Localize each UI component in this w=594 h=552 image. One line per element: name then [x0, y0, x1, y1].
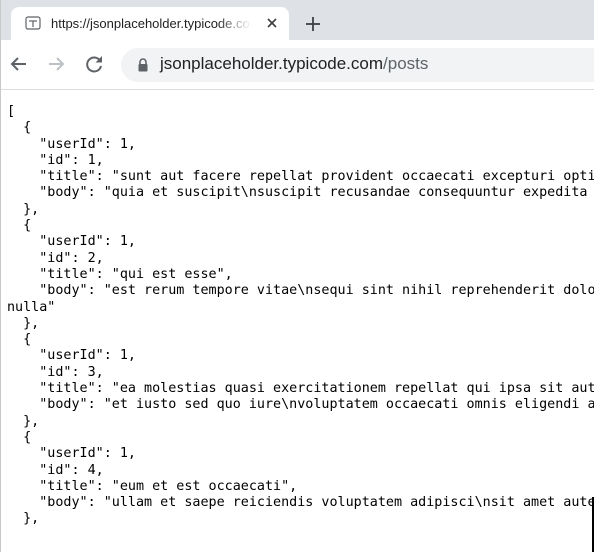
json-line: "userId": 1, — [7, 348, 136, 364]
browser-toolbar: jsonplaceholder.typicode.com/posts — [1, 40, 594, 90]
url-text[interactable]: jsonplaceholder.typicode.com/posts — [160, 54, 428, 74]
json-line: "body": "quia et suscipit\nsuscipit recu… — [39, 185, 588, 201]
json-line: "title": "qui est esse", — [7, 266, 233, 282]
json-line: "id": 1, — [7, 152, 104, 168]
tab-strip: https://jsonplaceholder.typicode.com/pos… — [1, 0, 594, 40]
json-line: }, — [7, 413, 40, 429]
json-line: "title": "ea molestias quasi exercitatio… — [7, 381, 594, 397]
tab-title-fade — [217, 11, 251, 35]
json-line: "id": 4, — [7, 462, 104, 478]
json-line: "body": "ullam et saepe reiciendis volup… — [39, 495, 594, 511]
lock-icon[interactable] — [135, 57, 151, 73]
close-icon[interactable] — [263, 14, 281, 32]
url-path: /posts — [383, 54, 429, 73]
json-line: [ — [7, 104, 16, 119]
json-line: { — [7, 429, 32, 445]
json-line: "body": "et iusto sed quo iure\nvoluptat… — [7, 397, 594, 413]
json-page-icon — [25, 16, 41, 30]
json-line: }, — [7, 201, 40, 217]
browser-window: https://jsonplaceholder.typicode.com/pos… — [0, 0, 594, 552]
plus-icon[interactable] — [301, 12, 325, 36]
json-line: "userId": 1, — [7, 446, 136, 462]
json-line: "id": 3, — [7, 364, 104, 380]
json-line: }, — [7, 315, 40, 331]
json-line: { — [7, 120, 32, 136]
json-viewer: [ { "userId": 1, "id": 1, "title": "sunt… — [1, 90, 594, 552]
json-line: "userId": 1, — [7, 136, 136, 152]
reload-icon[interactable] — [82, 52, 106, 76]
json-line: { — [7, 218, 32, 234]
address-bar[interactable]: jsonplaceholder.typicode.com/posts — [121, 48, 594, 82]
arrow-right-icon[interactable] — [44, 52, 68, 76]
json-line: "body": "est rerum tempore vitae\nsequi … — [39, 283, 594, 299]
json-line: "userId": 1, — [7, 234, 136, 250]
json-text: [ { "userId": 1, "id": 1, "title": "sunt… — [7, 104, 594, 528]
json-line: { — [7, 332, 32, 348]
json-line: "id": 2, — [7, 250, 104, 266]
json-line: "title": "sunt aut facere repellat provi… — [39, 169, 594, 185]
json-line: "title": "eum et est occaecati", — [7, 478, 298, 494]
json-line: }, — [7, 511, 40, 527]
json-line: nulla" — [7, 299, 56, 315]
browser-tab[interactable]: https://jsonplaceholder.typicode.com/pos… — [11, 7, 289, 40]
arrow-left-icon[interactable] — [7, 52, 31, 76]
url-host: jsonplaceholder.typicode.com — [160, 54, 384, 73]
